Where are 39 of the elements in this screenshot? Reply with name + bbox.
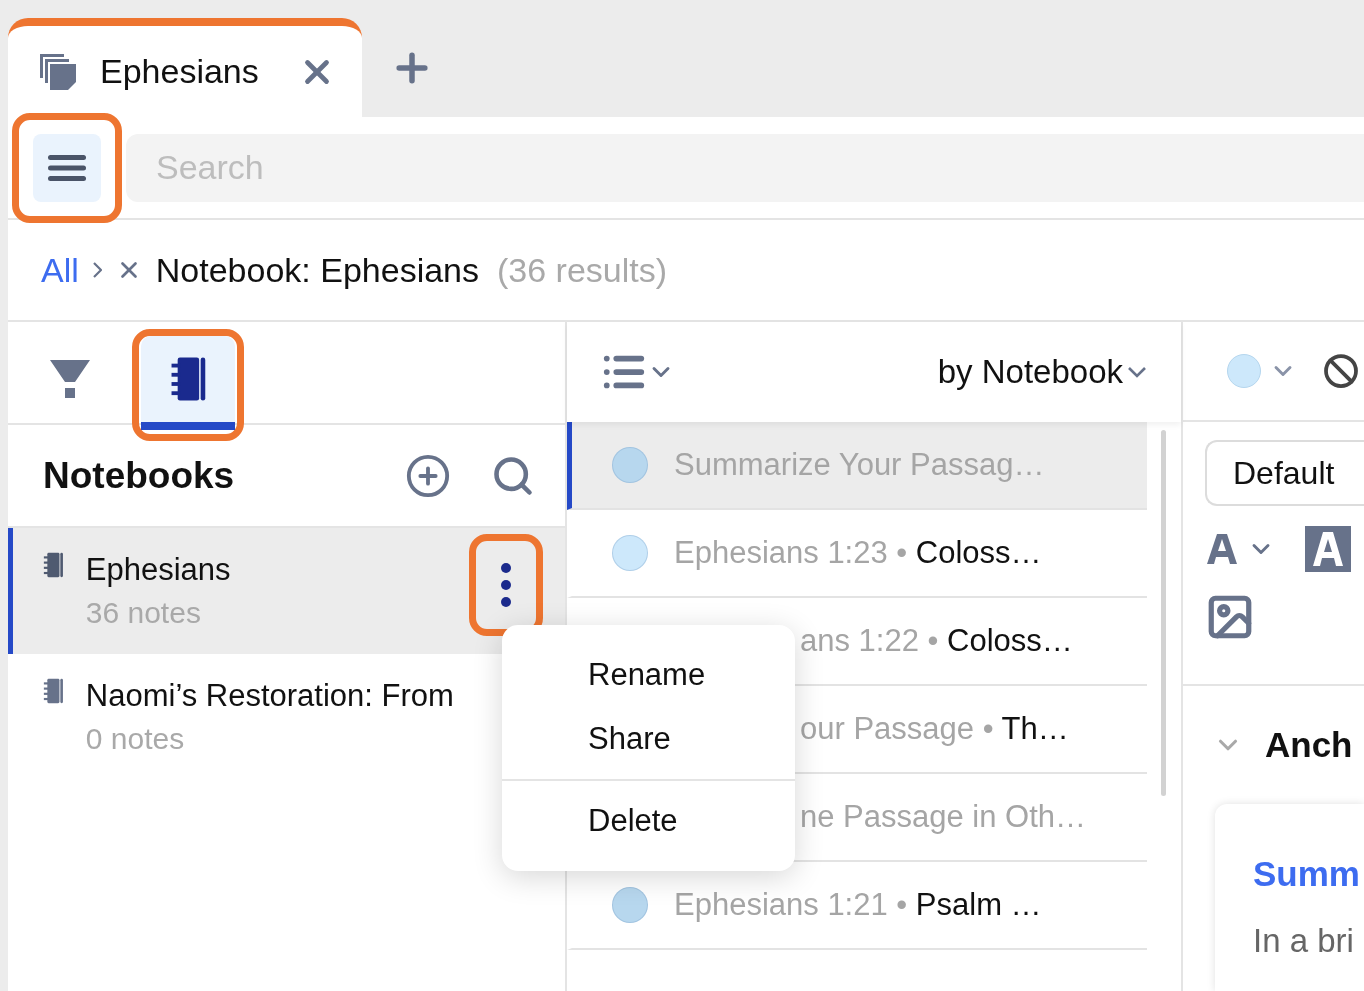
note-title: Ephesians 1:21 • Psalm …	[674, 887, 1042, 923]
scrollbar[interactable]	[1161, 430, 1166, 796]
ban-icon[interactable]	[1323, 353, 1359, 389]
font-dropdown[interactable]: Default	[1205, 440, 1364, 506]
notebooks-heading: Notebooks	[43, 454, 236, 497]
breadcrumb-link[interactable]: All	[41, 250, 79, 290]
highlight-icon[interactable]	[1305, 526, 1351, 572]
result-count: (36 results)	[497, 250, 668, 290]
filter-label: Notebook: Ephesians	[155, 250, 479, 290]
note-title: ans 1:22 • Coloss…	[800, 623, 1073, 659]
notebook-name: Ephesians	[85, 552, 232, 588]
notebook-icon	[169, 356, 207, 402]
notebook-item[interactable]: Ephesians 36 notes	[8, 528, 565, 654]
notebook-icon	[43, 678, 64, 704]
note-count: 36 notes	[85, 596, 202, 630]
color-dot[interactable]	[1227, 354, 1261, 388]
card-text: In a bri	[1253, 922, 1355, 960]
stacked-pages-icon	[38, 51, 78, 92]
note-count: 0 notes	[85, 722, 186, 756]
section-heading: Anch	[1265, 725, 1353, 765]
chevron-down-icon	[1127, 366, 1147, 378]
funnel-icon	[50, 358, 90, 400]
card-title: Summ	[1253, 854, 1361, 894]
more-icon	[500, 562, 512, 608]
sort-dropdown[interactable]: by Notebook	[937, 353, 1147, 391]
tab-title: Ephesians	[100, 52, 260, 91]
note-title: ne Passage in Oth…	[800, 799, 1087, 835]
add-icon[interactable]	[405, 452, 451, 499]
tab[interactable]: Ephesians	[8, 18, 362, 117]
note-title: Summarize Your Passag…	[674, 447, 1045, 483]
menu-button[interactable]	[33, 133, 101, 202]
text-color-icon[interactable]	[1205, 532, 1239, 566]
notebooks-tab[interactable]	[141, 336, 235, 430]
menu-icon	[47, 152, 87, 183]
note-title: our Passage • Th…	[800, 711, 1069, 747]
notebook-name: Naomi’s Restoration: From	[85, 678, 455, 714]
note-title: Ephesians 1:23 • Coloss…	[674, 535, 1042, 571]
chevron-right-icon	[92, 262, 102, 278]
notebook-icon	[43, 552, 64, 578]
